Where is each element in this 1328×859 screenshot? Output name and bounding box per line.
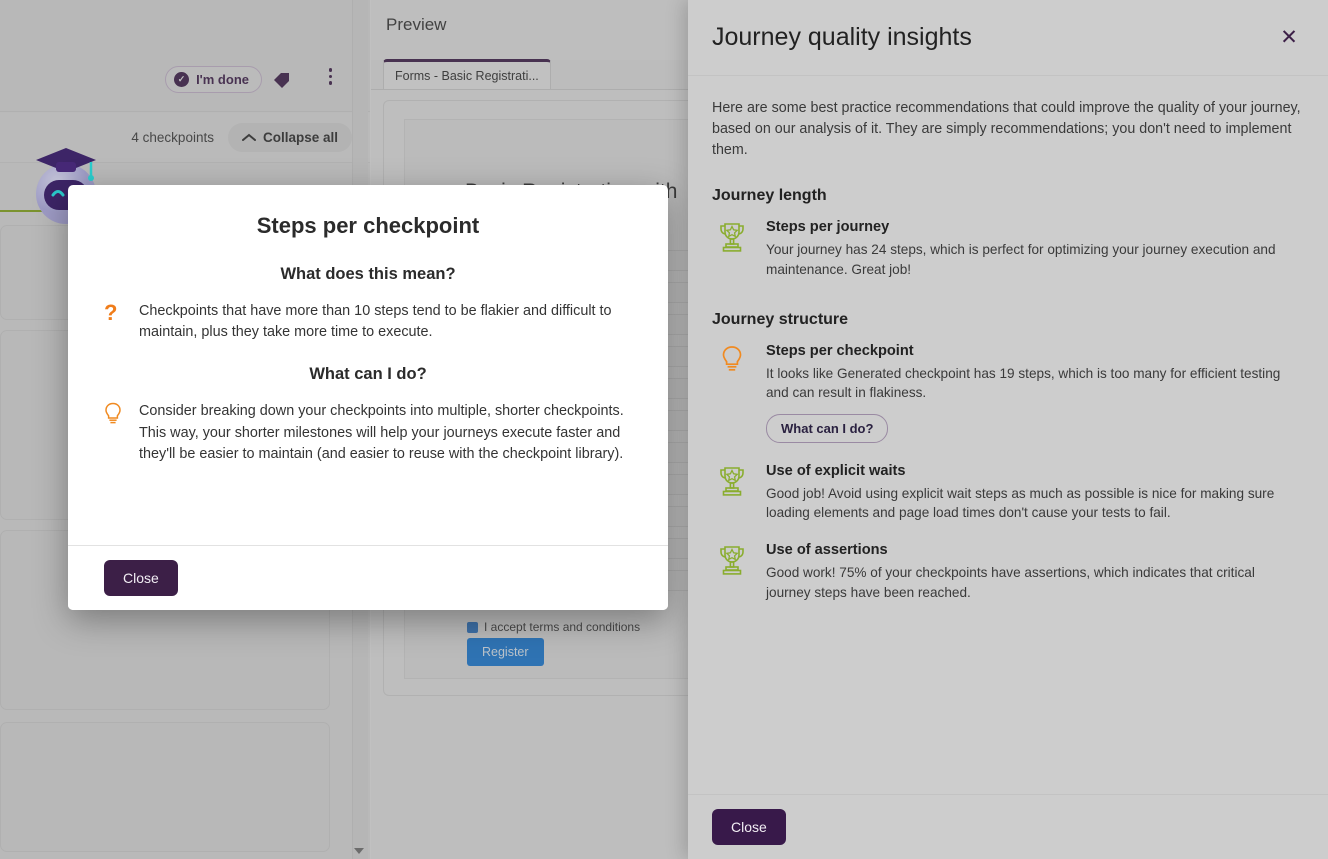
insight-text: It looks like Generated checkpoint has 1… <box>766 366 1281 401</box>
insight-steps-per-journey: Steps per journey Your journey has 24 st… <box>712 219 1302 279</box>
insight-text: Your journey has 24 steps, which is perf… <box>766 242 1276 277</box>
group-title-journey-structure: Journey structure <box>712 311 849 329</box>
steps-per-checkpoint-modal: Steps per checkpoint What does this mean… <box>68 185 668 610</box>
screen-root: Preview Forms - Basic Registrati... Basi… <box>0 0 1328 859</box>
panel-footer: Close <box>688 794 1328 859</box>
modal-close-button[interactable]: Close <box>104 560 178 596</box>
insight-body: Use of assertions Good work! 75% of your… <box>766 542 1302 602</box>
question-mark-icon: ? <box>104 300 118 325</box>
insight-text: Good work! 75% of your checkpoints have … <box>766 565 1255 600</box>
insight-steps-per-checkpoint: Steps per checkpoint It looks like Gener… <box>712 343 1302 443</box>
trophy-icon <box>712 463 752 497</box>
insight-use-of-assertions: Use of assertions Good work! 75% of your… <box>712 542 1302 602</box>
modal-body: Steps per checkpoint What does this mean… <box>68 185 668 545</box>
insight-body: Use of explicit waits Good job! Avoid us… <box>766 463 1302 523</box>
modal-footer: Close <box>68 545 668 610</box>
insight-use-of-explicit-waits: Use of explicit waits Good job! Avoid us… <box>712 463 1302 523</box>
insight-body: Steps per journey Your journey has 24 st… <box>766 219 1302 279</box>
panel-close-button[interactable]: Close <box>712 809 786 845</box>
insight-text: Good job! Avoid using explicit wait step… <box>766 485 1275 520</box>
modal-meaning-row: ? Checkpoints that have more than 10 ste… <box>104 301 632 343</box>
panel-intro-text: Here are some best practice recommendati… <box>712 100 1301 159</box>
insight-title: Steps per journey <box>766 219 890 236</box>
lightbulb-icon <box>712 343 752 375</box>
trophy-icon <box>712 542 752 576</box>
insight-title: Steps per checkpoint <box>766 343 914 360</box>
lightbulb-icon <box>104 401 126 431</box>
insight-body: Steps per checkpoint It looks like Gener… <box>766 343 1302 443</box>
trophy-icon <box>712 219 752 253</box>
modal-meaning-text: Checkpoints that have more than 10 steps… <box>139 303 612 341</box>
journey-quality-insights-panel: Journey quality insights ✕ Here are some… <box>688 0 1328 859</box>
modal-section-heading-meaning: What does this mean? <box>280 265 456 283</box>
insight-title: Use of assertions <box>766 542 888 559</box>
panel-body: Here are some best practice recommendati… <box>688 76 1328 794</box>
insight-title: Use of explicit waits <box>766 462 906 479</box>
panel-header: Journey quality insights ✕ <box>688 0 1328 76</box>
close-icon[interactable]: ✕ <box>1274 23 1304 53</box>
modal-action-row: Consider breaking down your checkpoints … <box>104 401 632 465</box>
group-title-journey-length: Journey length <box>712 187 827 205</box>
what-can-i-do-button[interactable]: What can I do? <box>766 413 889 443</box>
modal-section-heading-action: What can I do? <box>309 365 427 384</box>
panel-title: Journey quality insights <box>712 23 972 51</box>
modal-action-text: Consider breaking down your checkpoints … <box>139 403 624 462</box>
modal-title: Steps per checkpoint <box>256 213 480 238</box>
